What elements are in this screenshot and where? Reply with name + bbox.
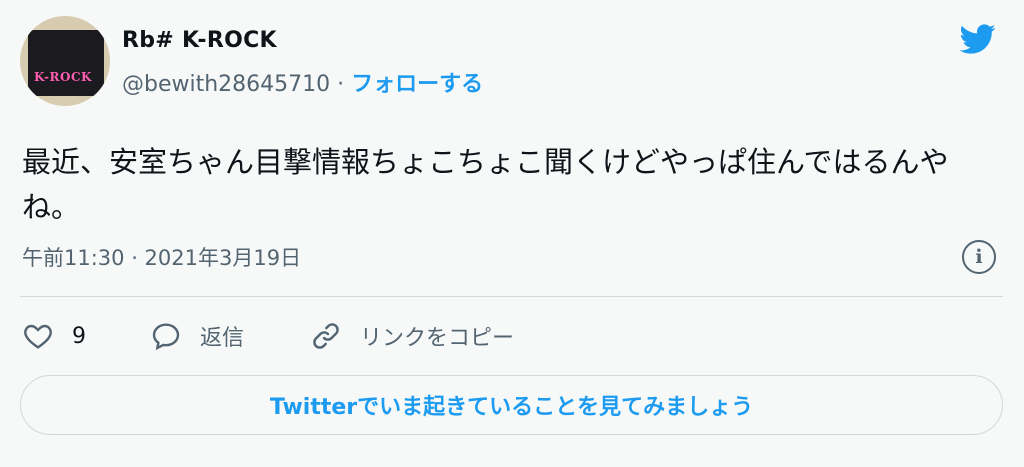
copy-link-button[interactable]: リンクをコピー <box>310 318 514 354</box>
divider <box>20 296 1003 297</box>
follow-link[interactable]: フォローする <box>351 72 483 97</box>
reply-button[interactable]: 返信 <box>150 318 244 354</box>
author-handle-row: @bewith28645710 · フォローする <box>122 66 483 98</box>
reply-label: 返信 <box>200 326 245 351</box>
tweet-timestamp[interactable]: 午前11:30 · 2021年3月19日 <box>22 242 301 272</box>
like-button[interactable]: 9 <box>22 318 86 354</box>
speech-bubble-icon <box>152 323 180 351</box>
explore-twitter-label: Twitterでいま起きていることを見てみましょう <box>269 395 754 420</box>
avatar[interactable]: K-ROCK <box>20 16 110 106</box>
twitter-bird-icon[interactable] <box>956 20 998 58</box>
explore-twitter-button[interactable]: Twitterでいま起きていることを見てみましょう <box>20 375 1003 435</box>
info-icon[interactable]: i <box>962 240 996 274</box>
like-count: 9 <box>72 323 86 349</box>
avatar-logo: K-ROCK <box>34 70 92 84</box>
link-icon <box>313 323 339 349</box>
avatar-wristband <box>28 30 104 96</box>
author-handle[interactable]: @bewith28645710 <box>122 72 330 97</box>
copy-link-label: リンクをコピー <box>360 326 515 351</box>
tweet-card: K-ROCK Rb# K-ROCK @bewith28645710 · フォロー… <box>0 0 1024 467</box>
heart-icon <box>24 324 52 349</box>
author-name[interactable]: Rb# K-ROCK <box>122 28 277 53</box>
tweet-text: 最近、安室ちゃん目撃情報ちょこちょこ聞くけどやっぱ住んではるんやね。 <box>22 145 949 224</box>
handle-separator: · <box>330 72 352 97</box>
